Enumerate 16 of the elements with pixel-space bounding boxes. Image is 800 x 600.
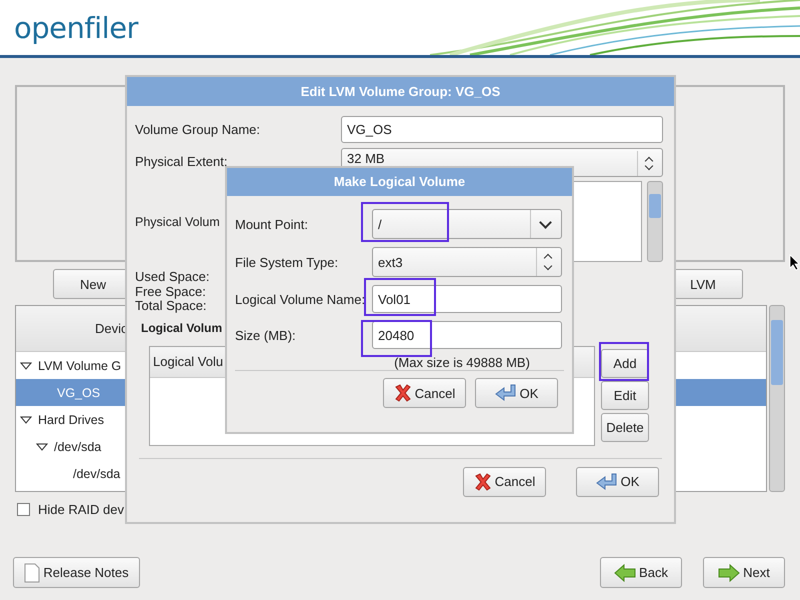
section-title: Logical Volum [141, 320, 222, 334]
field-label: Physical Volum [135, 215, 220, 229]
logo: openfiler [14, 10, 138, 44]
dialog-title: Make Logical Volume [227, 168, 572, 196]
field-label: Size (MB): [235, 328, 296, 342]
field-label: Volume Group Name: [135, 121, 260, 137]
field-label: Logical Volume Name: [235, 292, 366, 306]
field-label: Physical Extent: [135, 153, 228, 169]
size-note: (Max size is 49888 MB) [393, 355, 531, 370]
space-label: Used Space: [135, 270, 210, 284]
field-label: File System Type: [235, 254, 338, 270]
dialog-title: Edit LVM Volume Group: VG_OS [127, 77, 674, 106]
space-label: Total Space: [135, 299, 207, 314]
space-label: Free Space: [135, 284, 206, 299]
field-label: Mount Point: [235, 216, 308, 232]
checkbox-label: Hide RAID dev [38, 502, 124, 517]
